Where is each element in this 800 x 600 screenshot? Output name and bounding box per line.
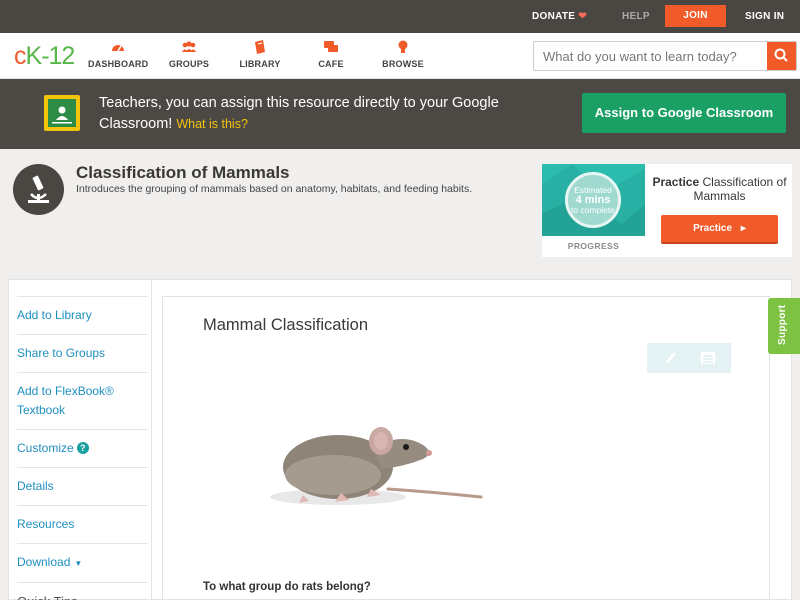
quick-tips-heading: Quick Tips [17,582,148,600]
sidebar-item-details[interactable]: Details [17,467,148,505]
library-icon [255,40,265,54]
what-is-this-link[interactable]: What is this? [176,117,248,131]
donate-link[interactable]: DONATE ❤ [532,0,587,33]
sidebar-item-customize[interactable]: Customize? [17,429,148,467]
support-label: Support [777,304,788,345]
practice-progress-image[interactable]: Estimated 4 mins to complete [542,164,645,236]
sign-in-link[interactable]: SIGN IN [745,0,784,33]
practice-button[interactable]: Practice ▸ [661,215,778,244]
help-icon[interactable]: ? [76,442,89,454]
article-title: Mammal Classification [203,316,369,334]
nav-cafe-label: CAFE [318,59,344,69]
join-button[interactable]: JOIN [665,5,726,27]
sidebar-item-share-to-groups[interactable]: Share to Groups [17,334,148,372]
search-icon [774,48,788,62]
search-box [533,41,797,71]
support-tab[interactable]: Support [768,298,800,354]
concept-title: Classification of Mammals [76,163,290,182]
practice-title: Practice Classification of Mammals [652,175,787,203]
resource-sidebar: Add to Library Share to Groups Add to Fl… [17,296,148,600]
sidebar-item-add-to-library[interactable]: Add to Library [17,296,148,334]
banner-message: Teachers, you can assign this resource d… [99,93,499,135]
article-tools [647,343,731,373]
practice-button-label: Practice [693,223,733,234]
help-link[interactable]: HELP [622,0,650,33]
practice-title-rest: Classification of Mammals [693,175,787,203]
dashboard-icon [112,45,124,52]
google-classroom-banner: Teachers, you can assign this resource d… [0,79,800,149]
notes-icon[interactable] [699,349,717,367]
search-button[interactable] [767,42,796,70]
banner-text: Teachers, you can assign this resource d… [99,95,499,132]
nav-groups[interactable]: GROUPS [166,39,212,69]
progress-label: PROGRESS [567,241,620,251]
estimated-time-badge: Estimated 4 mins to complete [565,172,621,228]
nav-browse-label: BROWSE [382,59,424,69]
ck12-logo[interactable]: cK-12 [14,42,75,71]
customize-label: Customize [17,441,74,455]
nav-dashboard[interactable]: DASHBOARD [88,39,148,69]
search-input[interactable] [534,42,766,70]
nav-library[interactable]: LIBRARY [238,39,282,69]
nav-groups-label: GROUPS [168,59,210,69]
pencil-icon[interactable] [661,349,679,367]
microscope-icon [13,164,64,215]
caret-down-icon: ▼ [74,559,83,568]
nav-browse[interactable]: BROWSE [380,39,426,69]
content-panel: Add to Library Share to Groups Add to Fl… [8,279,792,600]
nav-dashboard-label: DASHBOARD [88,59,149,69]
donate-label: DONATE [532,11,576,22]
groups-icon [182,41,196,52]
sidebar-item-resources[interactable]: Resources [17,505,148,543]
nav-library-label: LIBRARY [239,59,281,69]
main-navigation: cK-12 DASHBOARD GROUPS LIBRARY CAFE BROW… [0,33,800,79]
sidebar-item-add-to-flexbook[interactable]: Add to FlexBook® Textbook [17,372,148,429]
rat-image [270,427,483,505]
estimated-suffix: to complete [571,205,615,215]
assign-to-google-classroom-button[interactable]: Assign to Google Classroom [582,93,786,133]
download-label: Download [17,555,71,569]
practice-title-bold: Practice [652,175,700,189]
google-classroom-icon [44,95,80,131]
logo-c: c [14,42,26,70]
logo-12: -12 [41,42,75,70]
article-content: Mammal Classification To what group do r… [162,296,770,600]
concept-description: Introduces the grouping of mammals based… [76,183,473,195]
chevron-right-icon: ▸ [740,223,746,234]
sidebar-item-download[interactable]: Download ▼ [17,543,148,582]
logo-k: K [25,42,43,70]
sidebar-divider [151,280,152,600]
nav-cafe[interactable]: CAFE [314,39,348,69]
estimated-minutes: 4 mins [575,194,611,206]
question-text: To what group do rats belong? [203,581,371,593]
top-utility-bar: DONATE ❤ HELP JOIN SIGN IN [0,0,800,33]
browse-icon [398,40,408,53]
practice-card: Estimated 4 mins to complete PROGRESS Pr… [542,164,792,257]
heart-icon: ❤ [578,11,588,22]
cafe-icon [324,41,338,52]
